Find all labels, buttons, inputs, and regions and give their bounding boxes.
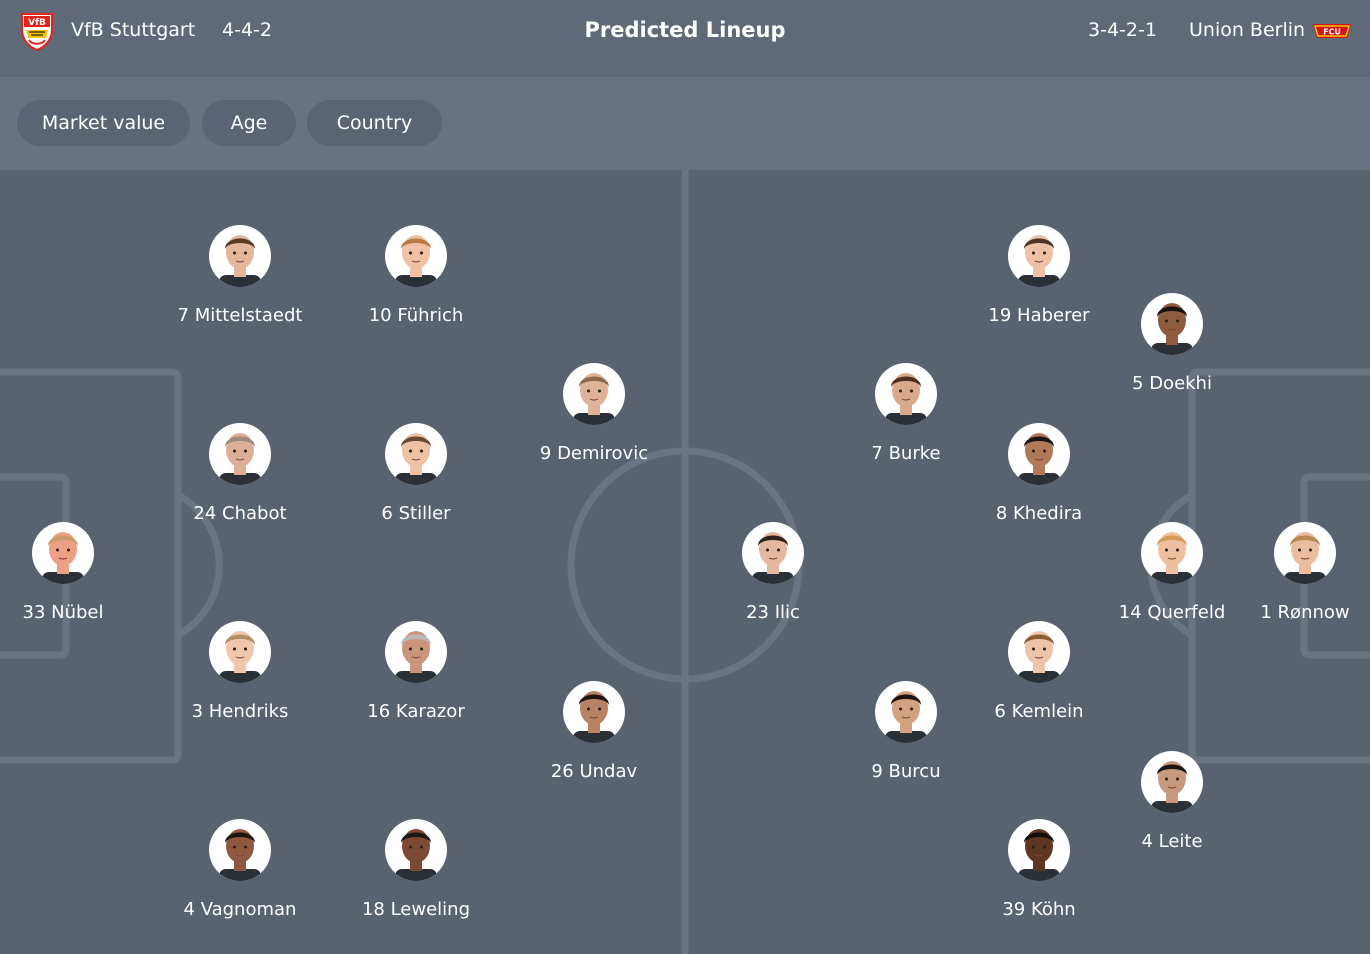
player-avatar (742, 522, 804, 584)
player-name-label: 24 Chabot (193, 503, 287, 524)
away-player-5-doekhi[interactable]: 5 Doekhi (1092, 293, 1252, 394)
vfb-stuttgart-crest-icon: VfB (21, 13, 53, 51)
player-avatar (1141, 522, 1203, 584)
away-player-39-kohn[interactable]: 39 Köhn (959, 819, 1119, 920)
player-name-label: 33 Nübel (22, 602, 104, 623)
player-name-label: 3 Hendriks (191, 701, 289, 722)
player-name-label: 5 Doekhi (1132, 373, 1212, 394)
away-formation: 3-4-2-1 (1088, 19, 1157, 41)
away-player-8-khedira[interactable]: 8 Khedira (959, 423, 1119, 524)
player-avatar (385, 621, 447, 683)
away-team-name: Union Berlin (1189, 19, 1306, 41)
home-team-name: VfB Stuttgart (71, 19, 196, 41)
player-name-label: 9 Burcu (871, 761, 941, 782)
home-player-9-demirovic[interactable]: 9 Demirovic (514, 363, 674, 464)
player-name-label: 16 Karazor (367, 701, 465, 722)
player-name-label: 8 Khedira (995, 503, 1083, 524)
player-name-label: 10 Führich (368, 305, 464, 326)
union-berlin-crest-icon: FCU (1313, 24, 1351, 38)
away-player-1-rnnow[interactable]: 1 Rønnow (1225, 522, 1370, 623)
match-header: VfB VfB Stuttgart 4-4-2 Predicted Lineup… (0, 0, 1370, 78)
player-name-label: 1 Rønnow (1260, 602, 1350, 623)
page-title: Predicted Lineup (584, 18, 786, 42)
player-avatar (209, 423, 271, 485)
player-name-label: 23 Ilic (746, 602, 800, 623)
market-value-filter-button[interactable]: Market value (17, 100, 190, 146)
player-avatar (1008, 225, 1070, 287)
age-filter-button[interactable]: Age (202, 100, 296, 146)
player-avatar (875, 363, 937, 425)
home-player-24-chabot[interactable]: 24 Chabot (160, 423, 320, 524)
away-player-23-ilic[interactable]: 23 Ilic (693, 522, 853, 623)
player-avatar (209, 819, 271, 881)
player-name-label: 18 Leweling (361, 899, 471, 920)
player-avatar (385, 819, 447, 881)
player-avatar (209, 621, 271, 683)
home-formation: 4-4-2 (222, 19, 272, 41)
away-player-9-burcu[interactable]: 9 Burcu (826, 681, 986, 782)
player-name-label: 26 Undav (550, 761, 638, 782)
pitch: 7 Mittelstaedt 10 Führich 9 Demirovic 24 Ch… (0, 170, 1370, 954)
player-avatar (1008, 819, 1070, 881)
vfb-crest-text: VfB (28, 18, 46, 28)
player-avatar (385, 225, 447, 287)
home-player-16-karazor[interactable]: 16 Karazor (336, 621, 496, 722)
player-avatar (563, 681, 625, 743)
filter-bar: Market value Age Country (0, 78, 1370, 170)
player-avatar (32, 522, 94, 584)
home-player-3-hendriks[interactable]: 3 Hendriks (160, 621, 320, 722)
player-name-label: 39 Köhn (1002, 899, 1076, 920)
player-avatar (1274, 522, 1336, 584)
player-name-label: 9 Demirovic (539, 443, 649, 464)
home-player-6-stiller[interactable]: 6 Stiller (336, 423, 496, 524)
union-crest-text: FCU (1323, 28, 1341, 37)
home-player-4-vagnoman[interactable]: 4 Vagnoman (160, 819, 320, 920)
home-player-33-nubel[interactable]: 33 Nübel (0, 522, 143, 623)
player-avatar (1141, 293, 1203, 355)
home-player-26-undav[interactable]: 26 Undav (514, 681, 674, 782)
player-avatar (563, 363, 625, 425)
player-avatar (1008, 621, 1070, 683)
player-avatar (209, 225, 271, 287)
player-name-label: 4 Vagnoman (183, 899, 297, 920)
home-player-10-fuhrich[interactable]: 10 Führich (336, 225, 496, 326)
player-avatar (1008, 423, 1070, 485)
player-avatar (1141, 751, 1203, 813)
player-name-label: 6 Stiller (381, 503, 451, 524)
home-player-7-mittelstaedt[interactable]: 7 Mittelstaedt (160, 225, 320, 326)
player-name-label: 7 Mittelstaedt (177, 305, 303, 326)
player-avatar (875, 681, 937, 743)
home-player-18-leweling[interactable]: 18 Leweling (336, 819, 496, 920)
player-avatar (385, 423, 447, 485)
country-filter-button[interactable]: Country (307, 100, 442, 146)
